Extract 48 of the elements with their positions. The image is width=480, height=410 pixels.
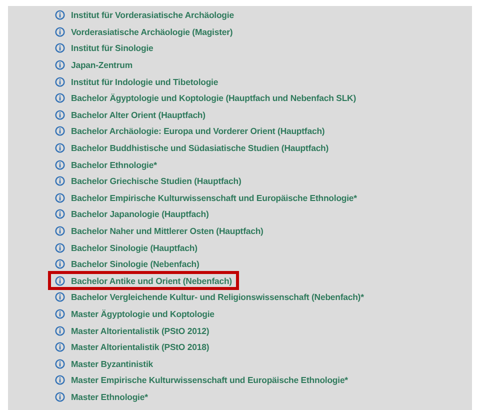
info-icon <box>55 93 65 104</box>
info-icon <box>55 276 65 286</box>
program-link[interactable]: Bachelor Alter Orient (Hauptfach) <box>71 110 206 120</box>
info-icon <box>55 342 65 352</box>
info-icon <box>55 10 65 20</box>
info-icon <box>55 242 65 253</box>
program-link[interactable]: Bachelor Ethnologie* <box>71 160 157 170</box>
info-icon <box>55 110 65 120</box>
program-link[interactable]: Bachelor Japanologie (Hauptfach) <box>71 209 209 220</box>
info-icon <box>55 226 65 236</box>
program-link[interactable]: Bachelor Archäologie: Europa und Vorderer Orient (Hauptfach) <box>71 126 325 136</box>
info-icon <box>55 76 65 87</box>
program-link[interactable]: Master Byzantinistik <box>71 358 154 369</box>
info-icon <box>55 160 65 170</box>
info-icon <box>55 326 65 336</box>
info-icon <box>55 43 65 54</box>
info-icon <box>55 392 65 402</box>
program-link[interactable]: Bachelor Buddhistische und Südasiatische Studien (Hauptfach) <box>71 143 329 154</box>
program-link[interactable]: Vorderasiatische Archäologie (Magister) <box>71 26 233 37</box>
program-link[interactable]: Bachelor Ägyptologie und Koptologie (Hauptfach und Nebenfach SLK) <box>71 93 356 104</box>
info-icon <box>55 60 65 70</box>
program-link[interactable]: Institut für Indologie und Tibetologie <box>71 76 218 87</box>
info-icon <box>55 308 65 319</box>
program-link[interactable]: Bachelor Griechische Studien (Hauptfach) <box>71 176 242 186</box>
info-icon <box>55 176 65 186</box>
info-icon <box>55 126 65 136</box>
info-icon <box>55 143 65 154</box>
program-link[interactable]: Master Ethnologie* <box>71 392 148 402</box>
info-icon <box>55 358 65 369</box>
info-icon <box>55 375 65 386</box>
program-link[interactable]: Institut für Vorderasiatische Archäologie <box>71 10 234 20</box>
program-link[interactable]: Master Ägyptologie und Koptologie <box>71 308 214 319</box>
program-link[interactable]: Bachelor Naher und Mittlerer Osten (Hauptfach) <box>71 226 264 236</box>
program-link[interactable]: Institut für Sinologie <box>71 43 154 54</box>
info-icon <box>55 292 65 302</box>
info-icon <box>55 259 65 270</box>
program-link[interactable]: Master Empirische Kulturwissenschaft und Europäische Ethnologie* <box>71 375 348 386</box>
program-link[interactable]: Master Altorientalistik (PStO 2018) <box>71 342 210 352</box>
program-link[interactable]: Bachelor Antike und Orient (Nebenfach) <box>71 276 232 286</box>
program-link[interactable]: Japan-Zentrum <box>71 60 132 70</box>
program-link[interactable]: Bachelor Vergleichende Kultur- und Religionswissenschaft (Nebenfach)* <box>71 292 364 302</box>
program-link[interactable]: Bachelor Empirische Kulturwissenschaft und Europäische Ethnologie* <box>71 192 357 203</box>
program-link[interactable]: Bachelor Sinologie (Nebenfach) <box>71 259 200 270</box>
program-link[interactable]: Bachelor Sinologie (Hauptfach) <box>71 242 198 253</box>
program-link[interactable]: Master Altorientalistik (PStO 2012) <box>71 326 210 336</box>
info-icon <box>55 209 65 220</box>
info-icon <box>55 26 65 37</box>
info-icon <box>55 192 65 203</box>
